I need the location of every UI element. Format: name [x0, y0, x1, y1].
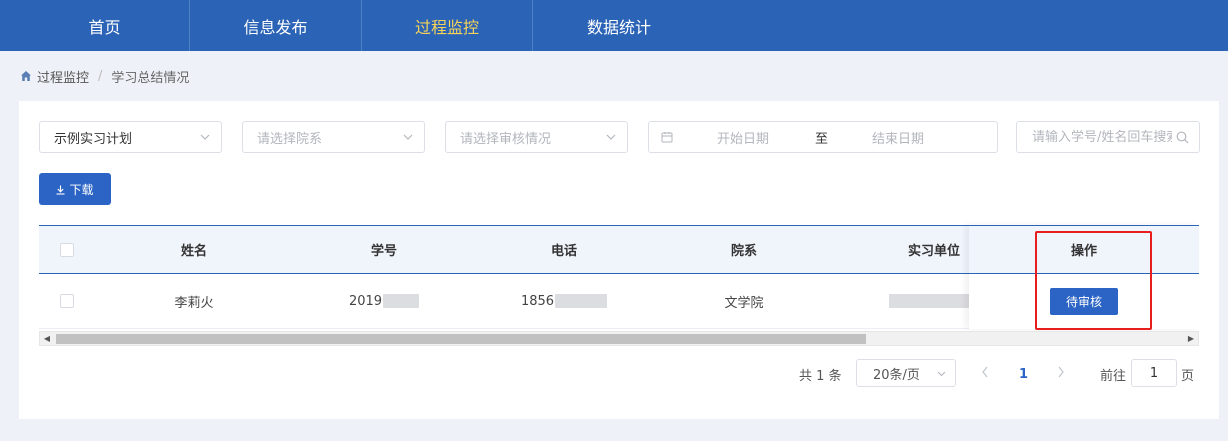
column-header-department: 院系 — [730, 244, 757, 259]
column-header-student-id: 学号 — [370, 244, 397, 259]
search-icon[interactable] — [1176, 131, 1189, 144]
page-size-select[interactable]: 20条/页 — [856, 359, 956, 387]
cell-name: 李莉火 — [174, 295, 214, 311]
redacted-phone — [555, 294, 608, 308]
chevron-down-icon — [605, 131, 617, 143]
breadcrumb-current: 学习总结情况 — [111, 70, 190, 86]
chevron-down-icon — [936, 368, 947, 379]
chevron-down-icon — [199, 131, 211, 143]
row-checkbox[interactable] — [59, 294, 74, 308]
calendar-icon — [661, 131, 673, 143]
student-summary-table: 姓名 学号 电话 院系 实习单位 李莉火 2019 1856 文学院 及 — [39, 225, 1199, 350]
breadcrumb-separator: / — [98, 68, 103, 84]
next-page-icon[interactable] — [1057, 366, 1065, 378]
cell-student-id: 2019 — [309, 274, 459, 328]
phone-visible: 1856 — [520, 293, 555, 309]
date-separator: 至 — [815, 131, 829, 147]
horizontal-scrollbar[interactable]: ◀ ▶ — [39, 331, 1199, 346]
date-range-picker[interactable]: 开始日期 至 结束日期 — [648, 121, 998, 153]
main-card: 示例实习计划 请选择院系 请选择审核情况 开始日期 至 结束日期 下载 — [19, 101, 1219, 419]
redacted-company — [888, 294, 977, 308]
goto-label: 前往 — [1100, 368, 1127, 384]
download-icon — [56, 184, 65, 195]
nav-item-home[interactable]: 首页 — [0, 0, 190, 51]
column-header-phone: 电话 — [550, 244, 577, 259]
cell-phone: 1856 — [489, 274, 639, 328]
search-box[interactable] — [1016, 121, 1200, 153]
date-end-input[interactable]: 结束日期 — [872, 128, 924, 147]
search-input[interactable] — [1032, 129, 1172, 145]
prev-page-icon[interactable] — [981, 366, 989, 378]
nav-item-statistics[interactable]: 数据统计 — [533, 0, 705, 51]
pagination-total: 共 1 条 — [799, 368, 842, 384]
date-start-input[interactable]: 开始日期 — [717, 128, 769, 147]
nav-item-publish[interactable]: 信息发布 — [190, 0, 362, 51]
department-select[interactable]: 请选择院系 — [242, 121, 425, 153]
chevron-down-icon — [402, 131, 414, 143]
plan-select[interactable]: 示例实习计划 — [39, 121, 222, 153]
pending-review-button[interactable]: 待审核 — [1050, 288, 1118, 315]
review-status-select[interactable]: 请选择审核情况 — [445, 121, 628, 153]
breadcrumb: 过程监控 / 学习总结情况 — [20, 66, 189, 86]
download-label: 下载 — [69, 182, 94, 197]
breadcrumb-monitoring[interactable]: 过程监控 — [37, 67, 89, 86]
download-button[interactable]: 下载 — [39, 173, 111, 205]
column-header-name: 姓名 — [180, 244, 207, 259]
student-id-visible: 2019 — [348, 293, 383, 309]
redacted-student-id — [383, 294, 420, 308]
column-header-action: 操作 — [969, 225, 1199, 274]
select-all-checkbox[interactable] — [59, 242, 74, 257]
scroll-left-arrow-icon[interactable]: ◀ — [41, 334, 53, 344]
goto-page-input[interactable] — [1131, 359, 1177, 387]
top-nav: 首页 信息发布 过程监控 数据统计 — [0, 0, 1228, 51]
fixed-action-column: 操作 待审核 — [969, 225, 1199, 329]
review-status-placeholder: 请选择审核情况 — [460, 131, 552, 147]
scroll-right-arrow-icon[interactable]: ▶ — [1185, 334, 1197, 344]
action-cell: 待审核 — [969, 274, 1199, 329]
scrollbar-thumb[interactable] — [56, 334, 866, 344]
goto-suffix: 页 — [1181, 368, 1195, 384]
current-page-number[interactable]: 1 — [1019, 359, 1028, 389]
department-select-placeholder: 请选择院系 — [257, 131, 323, 147]
plan-select-value: 示例实习计划 — [54, 131, 133, 147]
home-icon[interactable] — [20, 70, 32, 82]
nav-item-monitoring[interactable]: 过程监控 — [362, 0, 533, 51]
cell-department: 文学院 — [724, 295, 764, 311]
page-size-value: 20条/页 — [873, 367, 920, 383]
